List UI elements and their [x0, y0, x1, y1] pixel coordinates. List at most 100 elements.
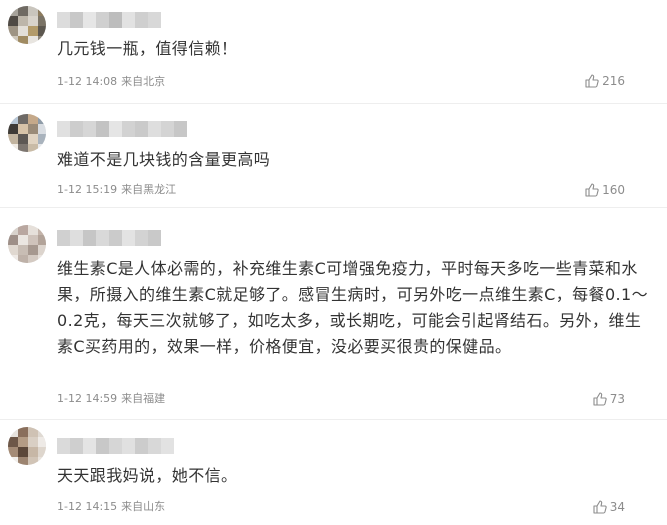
avatar-mosaic-block — [18, 26, 28, 36]
comment-time: 1-12 14:08 — [57, 75, 118, 88]
username-blurred[interactable] — [57, 121, 187, 137]
comment-time: 1-12 14:15 — [57, 500, 118, 513]
username-mosaic-block — [96, 230, 109, 246]
avatar-mosaic-block — [28, 225, 38, 235]
avatar-mosaic-block — [38, 427, 46, 437]
username-mosaic-block — [109, 12, 122, 28]
username-mosaic-block — [109, 121, 122, 137]
avatar-mosaic-block — [18, 124, 28, 134]
comment-location: 来自福建 — [121, 392, 166, 405]
avatar-mosaic-block — [18, 457, 28, 465]
username-mosaic-block — [70, 12, 83, 28]
avatar-mosaic-block — [8, 457, 18, 465]
avatar[interactable] — [8, 427, 46, 465]
like-button[interactable]: 216 — [585, 73, 625, 89]
username-mosaic-block — [96, 121, 109, 137]
thumb-up-icon — [585, 183, 599, 197]
username-mosaic-block — [135, 12, 148, 28]
avatar-mosaic-block — [38, 235, 46, 245]
comment-item: 维生素C是人体必需的，补充维生素C可增强免疫力，平时每天多吃一些青菜和水果，所摄… — [0, 208, 667, 420]
username-mosaic-block — [135, 121, 148, 137]
avatar-mosaic-block — [18, 437, 28, 447]
avatar-mosaic-block — [8, 124, 18, 134]
username-mosaic-block — [122, 438, 135, 454]
username-mosaic-block — [57, 230, 70, 246]
avatar-mosaic-block — [28, 114, 38, 124]
avatar-mosaic-block — [8, 144, 18, 152]
username-blurred[interactable] — [57, 438, 174, 454]
username-mosaic-block — [122, 12, 135, 28]
avatar-mosaic-block — [28, 144, 38, 152]
avatar-mosaic-block — [8, 235, 18, 245]
username-mosaic-block — [135, 230, 148, 246]
username-mosaic-block — [57, 121, 70, 137]
username-mosaic-block — [161, 121, 174, 137]
avatar-mosaic-block — [28, 26, 38, 36]
username-blurred[interactable] — [57, 12, 161, 28]
username-mosaic-block — [70, 438, 83, 454]
avatar-mosaic-block — [38, 144, 46, 152]
username-mosaic-block — [83, 121, 96, 137]
avatar-mosaic-block — [18, 427, 28, 437]
avatar-mosaic-block — [38, 36, 46, 44]
avatar-mosaic-block — [8, 255, 18, 263]
username-mosaic-block — [148, 121, 161, 137]
avatar-mosaic-block — [8, 225, 18, 235]
username-mosaic-block — [109, 438, 122, 454]
like-button[interactable]: 160 — [585, 182, 625, 198]
comment-item: 天天跟我妈说，她不信。 1-12 14:15 来自山东 34 — [0, 420, 667, 525]
avatar-mosaic-block — [28, 447, 38, 457]
username-mosaic-block — [70, 230, 83, 246]
avatar-mosaic-block — [38, 124, 46, 134]
avatar-mosaic-block — [38, 6, 46, 16]
comment-item: 难道不是几块钱的含量更高吗 1-12 15:19 来自黑龙江 160 — [0, 104, 667, 208]
avatar-mosaic-block — [28, 427, 38, 437]
avatar-mosaic-block — [18, 16, 28, 26]
comment-text: 维生素C是人体必需的，补充维生素C可增强免疫力，平时每天多吃一些青菜和水果，所摄… — [57, 259, 648, 356]
avatar-mosaic-block — [28, 124, 38, 134]
avatar-mosaic-block — [8, 437, 18, 447]
avatar-mosaic-block — [38, 134, 46, 144]
avatar[interactable] — [8, 114, 46, 152]
thumb-up-icon — [593, 392, 607, 406]
thumb-up-icon — [593, 500, 607, 514]
comment-text: 天天跟我妈说，她不信。 — [57, 466, 238, 485]
username-mosaic-block — [122, 230, 135, 246]
avatar-mosaic-block — [8, 114, 18, 124]
username-mosaic-block — [148, 12, 161, 28]
avatar-mosaic-block — [8, 6, 18, 16]
username-blurred[interactable] — [57, 230, 161, 246]
username-mosaic-block — [96, 438, 109, 454]
like-count: 34 — [609, 500, 625, 514]
comment-meta: 1-12 14:08 来自北京 — [57, 75, 165, 89]
avatar-mosaic-block — [28, 6, 38, 16]
avatar[interactable] — [8, 6, 46, 44]
comment-time: 1-12 14:59 — [57, 392, 118, 405]
avatar-mosaic-block — [18, 245, 28, 255]
avatar-mosaic-block — [38, 255, 46, 263]
username-mosaic-block — [135, 438, 148, 454]
avatar[interactable] — [8, 225, 46, 263]
avatar-mosaic-block — [28, 16, 38, 26]
avatar-mosaic-block — [18, 235, 28, 245]
comment-text: 几元钱一瓶，值得信赖！ — [57, 39, 238, 58]
avatar-mosaic-block — [18, 6, 28, 16]
avatar-mosaic-block — [28, 437, 38, 447]
comment-location: 来自黑龙江 — [121, 183, 177, 196]
username-mosaic-block — [122, 121, 135, 137]
like-button[interactable]: 73 — [593, 391, 625, 407]
comment-meta: 1-12 15:19 来自黑龙江 — [57, 183, 176, 197]
avatar-mosaic-block — [38, 26, 46, 36]
avatar-mosaic-block — [18, 144, 28, 152]
username-mosaic-block — [174, 121, 187, 137]
thumb-up-icon — [585, 74, 599, 88]
avatar-mosaic-block — [38, 457, 46, 465]
like-button[interactable]: 34 — [593, 499, 625, 515]
avatar-mosaic-block — [38, 245, 46, 255]
username-mosaic-block — [96, 12, 109, 28]
avatar-mosaic-block — [28, 36, 38, 44]
avatar-mosaic-block — [18, 134, 28, 144]
username-mosaic-block — [148, 230, 161, 246]
username-mosaic-block — [109, 230, 122, 246]
avatar-mosaic-block — [38, 225, 46, 235]
